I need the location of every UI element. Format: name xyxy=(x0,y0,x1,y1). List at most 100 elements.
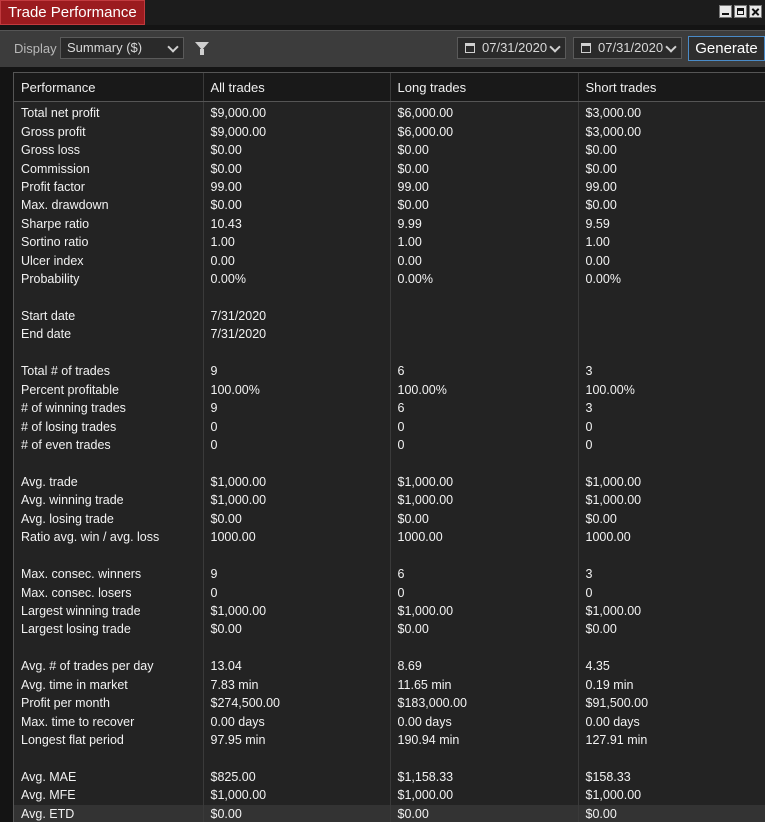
table-row[interactable]: Max. drawdown $0.00 $0.00 $0.00 xyxy=(14,196,765,215)
metric-label-cell: Total net profit xyxy=(14,101,204,123)
column-header-long-trades[interactable]: Long trades xyxy=(390,73,579,102)
table-row[interactable]: Avg. losing trade $0.00 $0.00 $0.00 xyxy=(14,509,765,529)
table-row[interactable]: Avg. # of trades per day 13.04 8.69 4.35 xyxy=(14,657,765,676)
metric-label-cell: Total # of trades xyxy=(14,362,204,381)
short-trades-cell xyxy=(578,546,765,565)
table-row[interactable]: Total net profit $9,000.00 $6,000.00 $3,000… xyxy=(14,101,765,123)
table-row[interactable]: End date 7/31/2020 xyxy=(14,325,765,344)
short-trades-cell: $0.00 xyxy=(578,620,765,639)
table-row[interactable]: Longest flat period 97.95 min 190.94 min 12… xyxy=(14,730,765,750)
all-trades-cell: 0 xyxy=(203,583,391,602)
metric-label-cell: Longest flat period xyxy=(14,730,204,750)
metric-label-cell: Max. consec. winners xyxy=(14,564,204,584)
date-from-value: 07/31/2020 xyxy=(482,40,548,55)
short-trades-cell: $1,000.00 xyxy=(578,472,765,492)
table-row[interactable]: Sharpe ratio 10.43 9.99 9.59 xyxy=(14,214,765,234)
all-trades-cell: $9,000.00 xyxy=(203,122,391,141)
table-row[interactable]: Avg. MFE $1,000.00 $1,000.00 $1,000.00 xyxy=(14,786,765,805)
table-row[interactable]: Ulcer index 0.00 0.00 0.00 xyxy=(14,251,765,270)
generate-button[interactable]: Generate xyxy=(688,36,765,61)
short-trades-cell: $3,000.00 xyxy=(578,122,765,141)
long-trades-cell: $1,000.00 xyxy=(390,491,579,510)
short-trades-cell: $0.00 xyxy=(578,509,765,529)
table-row[interactable] xyxy=(14,343,765,363)
all-trades-cell: 99.00 xyxy=(203,177,391,197)
all-trades-cell xyxy=(203,546,391,565)
metric-label-cell: Profit per month xyxy=(14,694,204,713)
table-row[interactable]: Profit factor 99.00 99.00 99.00 xyxy=(14,177,765,197)
long-trades-cell xyxy=(390,638,579,658)
table-row[interactable]: Start date 7/31/2020 xyxy=(14,306,765,326)
table-row[interactable]: Avg. MAE $825.00 $1,158.33 $158.33 xyxy=(14,767,765,787)
column-header-short-trades[interactable]: Short trades xyxy=(578,73,765,102)
table-row[interactable]: Profit per month $274,500.00 $183,000.00 $9… xyxy=(14,694,765,713)
all-trades-cell: 9 xyxy=(203,564,391,584)
minimize-icon[interactable] xyxy=(719,5,732,18)
short-trades-cell: $0.00 xyxy=(578,804,765,822)
short-trades-cell: 0 xyxy=(578,583,765,602)
table-row[interactable]: Avg. ETD $0.00 $0.00 $0.00 xyxy=(14,804,765,822)
table-row[interactable]: Ratio avg. win / avg. loss 1000.00 1000.00… xyxy=(14,528,765,547)
long-trades-cell xyxy=(390,454,579,473)
metric-label-cell: Commission xyxy=(14,159,204,178)
performance-table: Performance All trades Long trades Short… xyxy=(14,73,765,822)
column-header-all-trades[interactable]: All trades xyxy=(203,73,391,102)
date-to-picker[interactable]: 07/31/2020 xyxy=(573,37,682,59)
long-trades-cell xyxy=(390,288,579,307)
table-row[interactable]: Sortino ratio 1.00 1.00 1.00 xyxy=(14,233,765,252)
long-trades-cell: 11.65 min xyxy=(390,675,579,694)
table-row[interactable]: Max. consec. winners 9 6 3 xyxy=(14,564,765,584)
table-row[interactable]: Gross profit $9,000.00 $6,000.00 $3,000.00 xyxy=(14,122,765,141)
metric-label-cell: Avg. # of trades per day xyxy=(14,657,204,676)
close-icon[interactable] xyxy=(749,5,762,18)
table-row[interactable]: Max. time to recover 0.00 days 0.00 days 0.… xyxy=(14,712,765,731)
table-row[interactable]: Commission $0.00 $0.00 $0.00 xyxy=(14,159,765,178)
short-trades-cell: $91,500.00 xyxy=(578,694,765,713)
table-row[interactable]: Largest winning trade $1,000.00 $1,000.00 $… xyxy=(14,601,765,621)
table-row[interactable] xyxy=(14,288,765,307)
table-row[interactable]: Gross loss $0.00 $0.00 $0.00 xyxy=(14,140,765,160)
long-trades-cell: 8.69 xyxy=(390,657,579,676)
long-trades-cell: 0 xyxy=(390,417,579,436)
table-row[interactable]: Avg. winning trade $1,000.00 $1,000.00 $1,0… xyxy=(14,491,765,510)
short-trades-cell: 0.00 days xyxy=(578,712,765,731)
metric-label-cell: Max. drawdown xyxy=(14,196,204,215)
table-row[interactable]: Max. consec. losers 0 0 0 xyxy=(14,583,765,602)
table-row[interactable]: # of winning trades 9 6 3 xyxy=(14,399,765,418)
table-row[interactable] xyxy=(14,638,765,658)
short-trades-cell: 0 xyxy=(578,417,765,436)
short-trades-cell xyxy=(578,325,765,344)
table-row[interactable]: # of losing trades 0 0 0 xyxy=(14,417,765,436)
table-row[interactable] xyxy=(14,546,765,565)
table-row[interactable]: Total # of trades 9 6 3 xyxy=(14,362,765,381)
short-trades-cell xyxy=(578,288,765,307)
all-trades-cell xyxy=(203,749,391,768)
long-trades-cell: 6 xyxy=(390,564,579,584)
short-trades-cell: $1,000.00 xyxy=(578,601,765,621)
display-select[interactable]: Summary ($) xyxy=(60,37,184,59)
long-trades-cell: $6,000.00 xyxy=(390,122,579,141)
long-trades-cell xyxy=(390,343,579,363)
long-trades-cell xyxy=(390,325,579,344)
table-row[interactable]: Probability 0.00% 0.00% 0.00% xyxy=(14,269,765,289)
all-trades-cell: 7/31/2020 xyxy=(203,306,391,326)
all-trades-cell: $9,000.00 xyxy=(203,101,391,123)
table-row[interactable]: # of even trades 0 0 0 xyxy=(14,435,765,455)
all-trades-cell: $1,000.00 xyxy=(203,601,391,621)
short-trades-cell: $1,000.00 xyxy=(578,491,765,510)
table-row[interactable]: Percent profitable 100.00% 100.00% 100.00% xyxy=(14,380,765,399)
table-row[interactable]: Avg. trade $1,000.00 $1,000.00 $1,000.00 xyxy=(14,472,765,492)
long-trades-cell: $1,000.00 xyxy=(390,601,579,621)
column-header-performance[interactable]: Performance xyxy=(14,73,204,102)
maximize-icon[interactable] xyxy=(734,5,747,18)
filter-icon[interactable] xyxy=(195,42,209,55)
table-row[interactable]: Largest losing trade $0.00 $0.00 $0.00 xyxy=(14,620,765,639)
all-trades-cell: 0.00 days xyxy=(203,712,391,731)
table-row[interactable] xyxy=(14,749,765,768)
table-row[interactable]: Avg. time in market 7.83 min 11.65 min 0.19… xyxy=(14,675,765,694)
date-from-picker[interactable]: 07/31/2020 xyxy=(457,37,566,59)
short-trades-cell: 0.00 xyxy=(578,251,765,270)
metric-label-cell: Ratio avg. win / avg. loss xyxy=(14,528,204,547)
long-trades-cell: $1,158.33 xyxy=(390,767,579,787)
table-row[interactable] xyxy=(14,454,765,473)
